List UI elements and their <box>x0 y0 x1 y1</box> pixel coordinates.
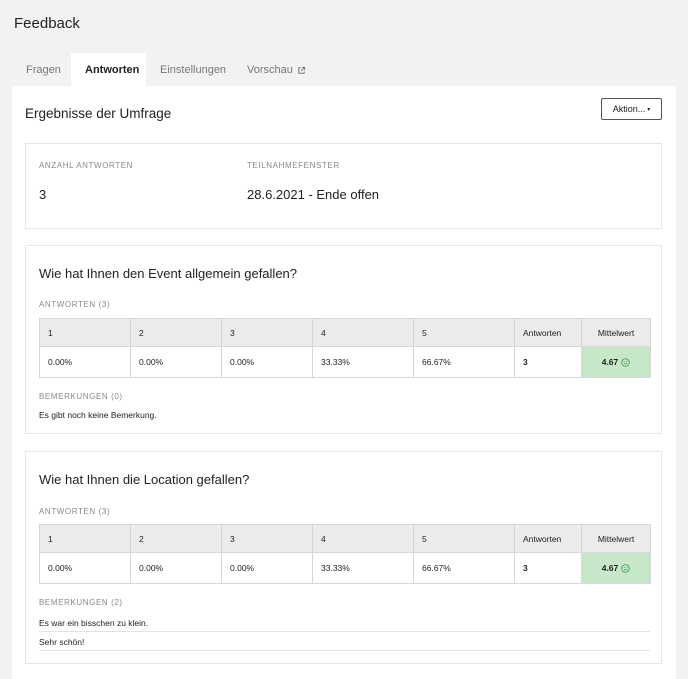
chevron-down-icon: ▾ <box>647 106 651 113</box>
column-header: 2 <box>130 318 222 347</box>
column-header: 1 <box>39 318 131 347</box>
results-table: 1 2 3 4 5 Antworten Mittelwert 0.00% 0.0… <box>39 318 651 378</box>
table-cell: 0.00% <box>39 346 131 378</box>
table-row: 0.00% 0.00% 0.00% 33.33% 66.67% 3 4.67 <box>39 552 651 584</box>
average-cell: 4.67 <box>581 346 651 378</box>
table-cell: 66.67% <box>413 346 515 378</box>
question-card: Wie hat Ihnen die Location gefallen? ANT… <box>25 451 662 664</box>
question-title: Wie hat Ihnen den Event allgemein gefall… <box>39 266 298 281</box>
answer-count-cell: 3 <box>514 346 582 378</box>
participation-window-label: TEILNAHMEFENSTER <box>247 161 340 170</box>
average-cell: 4.67 <box>581 552 651 584</box>
column-header: 1 <box>39 524 131 553</box>
average-value: 4.67 <box>601 562 619 573</box>
actions-label: Aktion... <box>612 104 646 114</box>
column-header: 5 <box>413 318 515 347</box>
comment-item: Sehr schön! <box>39 633 650 651</box>
page-title: Feedback <box>14 15 80 32</box>
results-table: 1 2 3 4 5 Antworten Mittelwert 0.00% 0.0… <box>39 524 651 584</box>
column-header: 4 <box>312 318 414 347</box>
answer-count-value: 3 <box>39 187 47 202</box>
tab-label: Vorschau <box>247 64 293 76</box>
comment-item: Es war ein bisschen zu klein. <box>39 614 650 632</box>
empty-comments-text: Es gibt noch keine Bemerkung. <box>39 410 157 420</box>
results-panel: Ergebnisse der Umfrage Aktion... ▾ ANZAH… <box>12 86 676 679</box>
column-header: 5 <box>413 524 515 553</box>
comments-label: BEMERKUNGEN (2) <box>39 598 123 607</box>
column-header: 2 <box>130 524 222 553</box>
table-row: 0.00% 0.00% 0.00% 33.33% 66.67% 3 4.67 <box>39 346 651 378</box>
table-cell: 0.00% <box>130 346 222 378</box>
table-cell: 33.33% <box>312 552 414 584</box>
results-title: Ergebnisse der Umfrage <box>25 106 172 121</box>
comments-label: BEMERKUNGEN (0) <box>39 392 123 401</box>
average-value: 4.67 <box>601 356 619 367</box>
column-header: 3 <box>221 318 313 347</box>
column-header: Mittelwert <box>581 524 651 553</box>
tab-label: Einstellungen <box>160 64 227 76</box>
answer-count-label: ANZAHL ANTWORTEN <box>39 161 134 170</box>
smiley-icon <box>621 564 630 573</box>
smiley-icon <box>621 358 630 367</box>
participation-window-value: 28.6.2021 - Ende offen <box>247 187 380 202</box>
summary-card: ANZAHL ANTWORTEN 3 TEILNAHMEFENSTER 28.6… <box>25 143 662 229</box>
column-header: Mittelwert <box>581 318 651 347</box>
question-title: Wie hat Ihnen die Location gefallen? <box>39 472 250 487</box>
tab-label: Antworten <box>85 64 140 76</box>
table-cell: 66.67% <box>413 552 515 584</box>
column-header: Antworten <box>514 318 582 347</box>
table-cell: 0.00% <box>221 346 313 378</box>
column-header: 3 <box>221 524 313 553</box>
actions-dropdown-button[interactable]: Aktion... ▾ <box>601 98 662 120</box>
table-cell: 0.00% <box>130 552 222 584</box>
answers-label: ANTWORTEN (3) <box>39 507 111 516</box>
tab-einstellungen[interactable]: Einstellungen <box>146 53 233 87</box>
tab-label: Fragen <box>26 64 61 76</box>
external-link-icon <box>297 66 306 75</box>
table-cell: 0.00% <box>221 552 313 584</box>
answer-count-cell: 3 <box>514 552 582 584</box>
tab-fragen[interactable]: Fragen <box>12 53 71 87</box>
column-header: 4 <box>312 524 414 553</box>
tab-vorschau[interactable]: Vorschau <box>233 53 313 87</box>
table-header-row: 1 2 3 4 5 Antworten Mittelwert <box>39 318 651 347</box>
tab-antworten[interactable]: Antworten <box>71 53 146 87</box>
column-header: Antworten <box>514 524 582 553</box>
table-header-row: 1 2 3 4 5 Antworten Mittelwert <box>39 524 651 553</box>
table-cell: 33.33% <box>312 346 414 378</box>
answers-label: ANTWORTEN (3) <box>39 300 111 309</box>
tab-bar: Fragen Antworten Einstellungen Vorschau <box>12 53 313 87</box>
table-cell: 0.00% <box>39 552 131 584</box>
question-card: Wie hat Ihnen den Event allgemein gefall… <box>25 245 662 434</box>
